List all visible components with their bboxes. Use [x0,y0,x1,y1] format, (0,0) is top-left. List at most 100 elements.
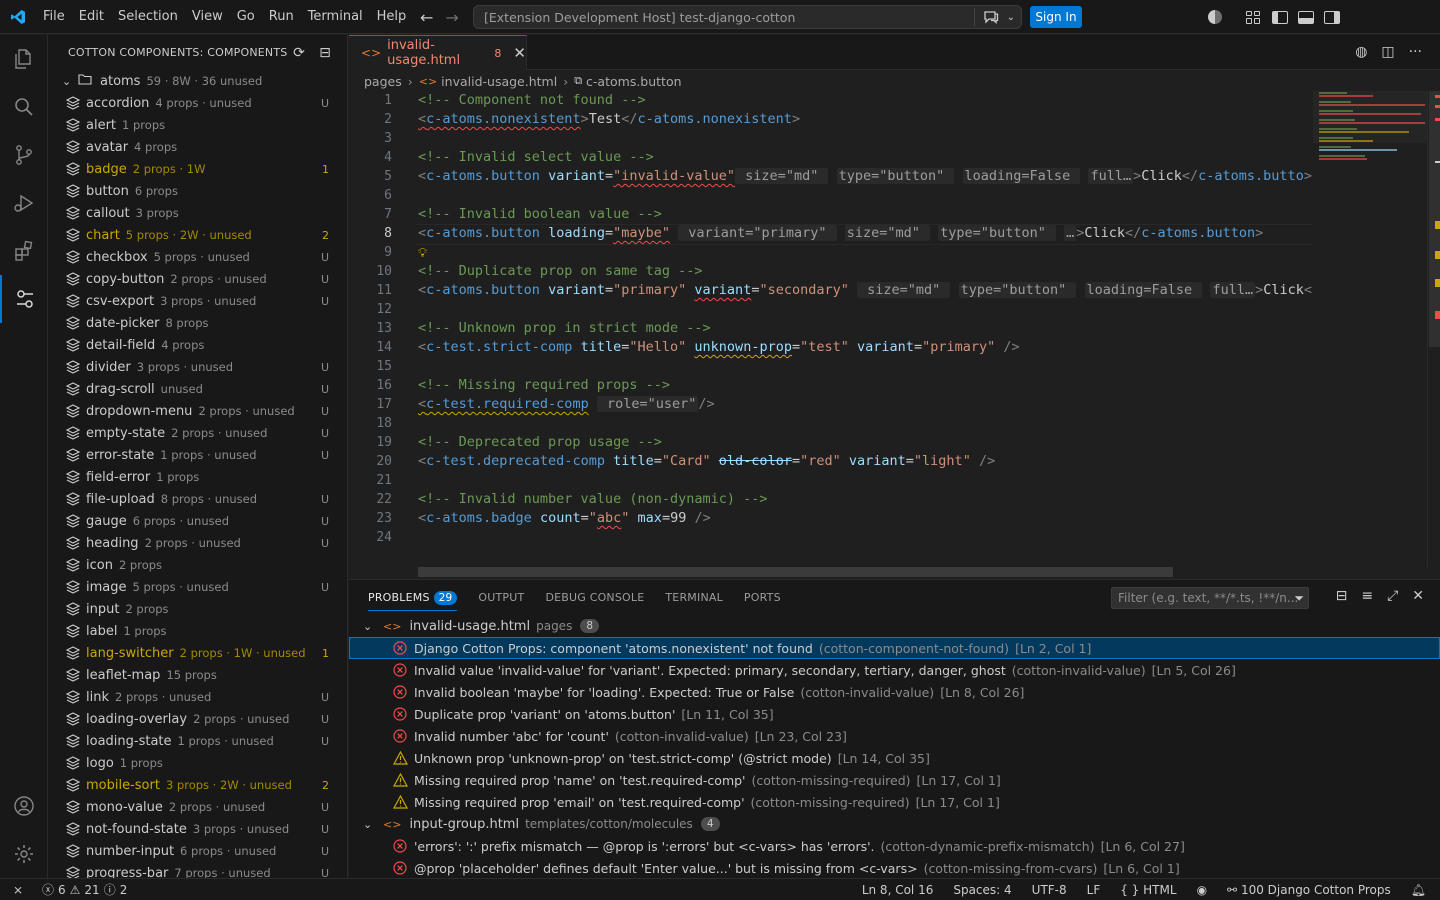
problems-filter-input[interactable]: Filter (e.g. text, **/*.ts, !**/n... ⏷ [1111,587,1309,609]
code-line[interactable]: 2 <c-atoms.nonexistent>Test</c-atoms.none… [349,110,1313,129]
component-item[interactable]: label 1 props [48,620,347,642]
code-line[interactable]: 10 <!-- Duplicate prop on same tag --> [349,262,1313,281]
menu-file[interactable]: File [36,0,72,34]
component-item[interactable]: gauge 6 props · unused U [48,510,347,532]
component-item[interactable]: alert 1 props [48,114,347,136]
component-item[interactable]: checkbox 5 props · unused U [48,246,347,268]
problem-row[interactable]: Django Cotton Props: component 'atoms.no… [349,637,1440,659]
problem-row[interactable]: Missing required prop 'email' on 'test.r… [349,791,1440,813]
breadcrumb-symbol[interactable]: c-atoms.button [586,74,681,89]
component-item[interactable]: button 6 props [48,180,347,202]
back-arrow-icon[interactable]: ← [420,8,433,27]
extensions-icon[interactable] [0,227,48,275]
component-item[interactable]: csv-export 3 props · unused U [48,290,347,312]
menu-run[interactable]: Run [262,0,301,34]
code-line[interactable]: 11 <c-atoms.button variant="primary" vari… [349,281,1313,300]
problem-row[interactable]: @prop 'placeholder' defines default 'Ent… [349,857,1440,879]
run-debug-icon[interactable] [0,179,48,227]
code-line[interactable]: 20 <c-test.deprecated-comp title="Card" o… [349,452,1313,471]
menu-help[interactable]: Help [370,0,414,34]
code-line[interactable]: 17 <c-test.required-comp role="user"/> [349,395,1313,414]
customize-layout-icon[interactable] [1246,10,1262,24]
code-line[interactable]: 12 [349,300,1313,319]
tab-debug-console[interactable]: DEBUG CONSOLE [545,580,644,615]
command-center[interactable]: [Extension Development Host] test-django… [473,5,1022,29]
manage-gear-icon[interactable] [0,830,48,878]
code-line[interactable]: 16 <!-- Missing required props --> [349,376,1313,395]
close-icon[interactable]: ✕ [513,44,526,62]
component-item[interactable]: accordion 4 props · unused U [48,92,347,114]
open-preview-globe-icon[interactable]: ◍ [1355,44,1367,60]
copilot-status-icon[interactable]: ◉ [1197,883,1207,897]
component-item[interactable]: avatar 4 props [48,136,347,158]
minimap[interactable] [1313,91,1427,567]
menu-view[interactable]: View [185,0,230,34]
code-line[interactable]: 21 [349,471,1313,490]
accounts-icon[interactable] [0,782,48,830]
component-item[interactable]: mobile-sort 3 props · 2W · unused 2 [48,774,347,796]
toggle-secondary-sidebar-icon[interactable] [1324,10,1340,24]
breadcrumb-file[interactable]: invalid-usage.html [441,74,557,89]
component-item[interactable]: chart 5 props · 2W · unused 2 [48,224,347,246]
component-item[interactable]: lang-switcher 2 props · 1W · unused 1 [48,642,347,664]
code-line[interactable]: 4 <!-- Invalid select value --> [349,148,1313,167]
code-line[interactable]: 19 <!-- Deprecated prop usage --> [349,433,1313,452]
code-line[interactable]: 1 <!-- Component not found --> [349,91,1313,110]
refresh-icon[interactable]: ⟳ [293,45,305,61]
chevron-down-icon[interactable]: ⌄ [1007,12,1015,23]
remote-indicator-icon[interactable]: ⨯ [0,883,36,897]
editor-vertical-scrollbar[interactable] [1427,91,1440,567]
problems-file-group[interactable]: ⌄ <> invalid-usage.html pages 8 [349,615,1440,637]
code-line[interactable]: 6 [349,186,1313,205]
component-item[interactable]: date-picker 8 props [48,312,347,334]
forward-arrow-icon[interactable]: → [445,8,458,27]
component-item[interactable]: progress-bar 7 props · unused U [48,862,347,878]
close-panel-icon[interactable]: ✕ [1412,588,1424,604]
code-line[interactable]: 23 <c-atoms.badge count="abc" max=99 /> [349,509,1313,528]
cotton-components-icon[interactable] [0,275,48,323]
cursor-position[interactable]: Ln 8, Col 16 [862,883,934,897]
tab-ports[interactable]: PORTS [744,580,781,615]
code-line[interactable]: 15 [349,357,1313,376]
code-line[interactable]: 3 [349,129,1313,148]
code-line[interactable]: 8 <c-atoms.button loading="maybe" variant… [349,224,1313,245]
code-line[interactable]: 13 <!-- Unknown prop in strict mode --> [349,319,1313,338]
menu-edit[interactable]: Edit [72,0,111,34]
problem-row[interactable]: Duplicate prop 'variant' on 'atoms.butto… [349,703,1440,725]
problem-row[interactable]: Invalid value 'invalid-value' for 'varia… [349,659,1440,681]
menu-go[interactable]: Go [230,0,262,34]
component-item[interactable]: callout 3 props [48,202,347,224]
problem-row[interactable]: Unknown prop 'unknown-prop' on 'test.str… [349,747,1440,769]
code-line[interactable]: 22 <!-- Invalid number value (non-dynamic… [349,490,1313,509]
indentation[interactable]: Spaces: 4 [953,883,1011,897]
tab-invalid-usage[interactable]: <> invalid-usage.html 8 ✕ [349,35,527,70]
component-item[interactable]: error-state 1 props · unused U [48,444,347,466]
problem-row[interactable]: 'errors': ':' prefix mismatch — @prop is… [349,835,1440,857]
problems-summary[interactable]: ⓧ 6 ⚠ 21 ⓘ 2 [36,881,127,898]
notifications-bell-icon[interactable]: 🔔︎ [1411,883,1426,897]
component-item[interactable]: mono-value 2 props · unused U [48,796,347,818]
code-line[interactable]: 14 <c-test.strict-comp title = "Hello" unkn… [349,338,1313,357]
toggle-panel-icon[interactable] [1298,10,1314,24]
language-mode[interactable]: { } HTML [1120,883,1176,897]
code-line[interactable]: 7 <!-- Invalid boolean value --> [349,205,1313,224]
component-item[interactable]: file-upload 8 props · unused U [48,488,347,510]
sign-in-button[interactable]: Sign In [1030,6,1082,28]
tree-group-atoms[interactable]: ⌄ atoms 59 · 8W · 36 unused [48,70,347,92]
maximize-panel-icon[interactable]: ⤢ [1387,588,1398,604]
component-item[interactable]: empty-state 2 props · unused U [48,422,347,444]
menu-terminal[interactable]: Terminal [301,0,370,34]
filter-funnel-icon[interactable]: ⏷ [1294,591,1304,606]
lightbulb-icon[interactable]: 💡︎ [418,244,427,263]
problem-row[interactable]: Missing required prop 'name' on 'test.re… [349,769,1440,791]
end-of-line[interactable]: LF [1087,883,1101,897]
component-item[interactable]: field-error 1 props [48,466,347,488]
collapse-all-icon[interactable]: ⊟ [319,45,331,61]
menu-selection[interactable]: Selection [111,0,185,34]
copilot-chat-icon[interactable]: ⌄ [973,8,1015,26]
component-item[interactable]: drag-scroll unused U [48,378,347,400]
component-item[interactable]: leaflet-map 15 props [48,664,347,686]
component-item[interactable]: not-found-state 3 props · unused U [48,818,347,840]
code-line[interactable]: 18 [349,414,1313,433]
source-control-icon[interactable] [0,131,48,179]
